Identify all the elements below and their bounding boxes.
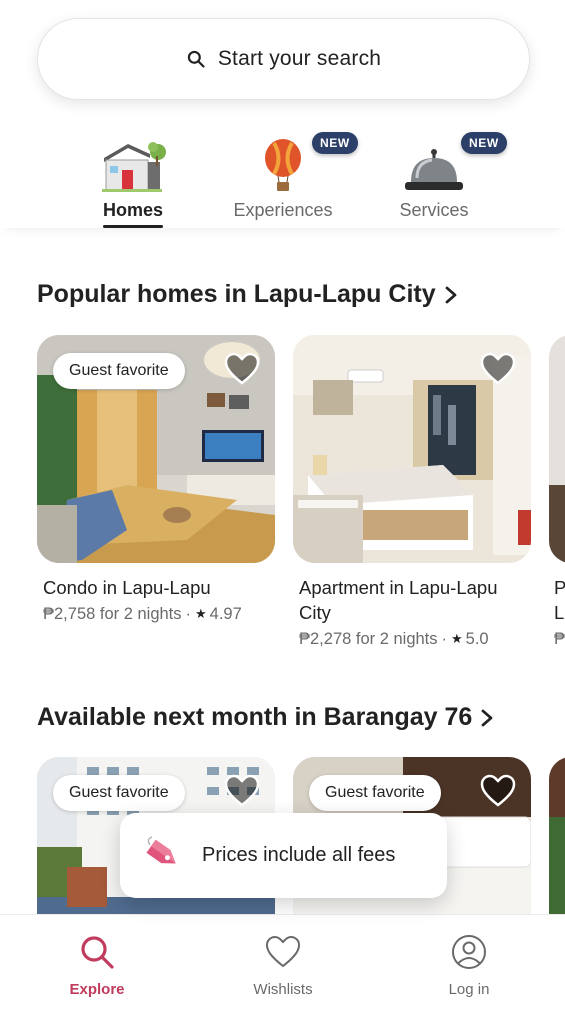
tab-services[interactable]: NEW Services [359, 130, 509, 228]
active-tab-indicator [103, 225, 163, 228]
listing-photo[interactable] [549, 335, 565, 563]
heart-icon [265, 935, 301, 968]
section-title-text: Available next month in Barangay 76 [37, 703, 473, 731]
tab-homes-label: Homes [102, 200, 164, 220]
wishlist-heart-icon[interactable] [223, 773, 261, 809]
tab-homes[interactable]: Homes [58, 130, 208, 228]
nav-log-in-label: Log in [448, 981, 490, 998]
listing-price: ₱ [554, 630, 565, 648]
search-placeholder: Start your search [217, 47, 382, 70]
new-badge-experiences: NEW [312, 132, 358, 154]
listing-title: P L [554, 575, 565, 625]
section-title-available-next-month[interactable]: Available next month in Barangay 76 [37, 703, 494, 732]
header: Start your search Homes NEW Experiences … [0, 0, 565, 228]
listing-rating: 5.0 [465, 630, 489, 648]
wishlist-heart-icon[interactable] [479, 351, 517, 387]
profile-icon [452, 935, 486, 969]
search-bar[interactable]: Start your search [37, 18, 530, 100]
listing-card-partial[interactable]: P L ₱ [549, 335, 565, 665]
listing-meta: ₱2,758 for 2 nights · ★ 4.97 [43, 605, 242, 623]
toast-text: Prices include all fees [202, 844, 396, 866]
star-icon: ★ [195, 606, 207, 621]
search-icon [187, 50, 205, 68]
listing-title: Condo in Lapu-Lapu [43, 577, 211, 598]
hot-air-balloon-icon [265, 139, 301, 191]
listing-photo[interactable] [549, 757, 565, 917]
guest-favorite-badge: Guest favorite [309, 775, 441, 811]
nav-wishlists[interactable]: Wishlists [223, 933, 343, 998]
star-icon: ★ [451, 631, 463, 646]
listing-photo[interactable]: Guest favorite [37, 335, 275, 563]
listing-title-partial: P [554, 577, 565, 598]
chevron-right-icon [445, 286, 457, 303]
nav-log-in[interactable]: Log in [409, 933, 529, 998]
bottom-nav: Explore Wishlists Log in [0, 914, 565, 1024]
listing-title: Apartment in Lapu-Lapu City [299, 577, 498, 623]
section-title-text: Popular homes in Lapu-Lapu City [37, 280, 436, 308]
listing-price: ₱2,758 for 2 nights [43, 605, 182, 623]
category-tabs: Homes NEW Experiences NEW Services [0, 130, 565, 228]
guest-favorite-badge: Guest favorite [53, 775, 185, 811]
section-title-popular-homes[interactable]: Popular homes in Lapu-Lapu City [37, 280, 458, 309]
tab-experiences-label: Experiences [233, 200, 333, 220]
listing-price: ₱2,278 for 2 nights [299, 630, 438, 648]
nav-explore-label: Explore [69, 981, 125, 998]
listing-card-partial[interactable] [549, 757, 565, 917]
nav-explore[interactable]: Explore [37, 933, 157, 998]
wishlist-heart-icon[interactable] [479, 773, 517, 809]
tab-services-label: Services [399, 200, 469, 220]
listing-photo[interactable] [293, 335, 531, 563]
listing-title-partial-2: L [554, 602, 565, 623]
listing-rating: 4.97 [209, 605, 242, 623]
service-bell-icon [405, 149, 463, 190]
chevron-right-icon [481, 709, 493, 726]
house-icon [102, 142, 166, 192]
listing-meta: ₱2,278 for 2 nights · ★ 5.0 [299, 630, 489, 648]
price-tag-icon [146, 835, 176, 863]
nav-wishlists-label: Wishlists [253, 981, 313, 998]
tab-experiences[interactable]: NEW Experiences [208, 130, 358, 228]
search-icon [81, 936, 114, 969]
wishlist-heart-icon[interactable] [223, 351, 261, 387]
guest-favorite-badge: Guest favorite [53, 353, 185, 389]
new-badge-services: NEW [461, 132, 507, 154]
prices-toast[interactable]: Prices include all fees [120, 813, 447, 898]
